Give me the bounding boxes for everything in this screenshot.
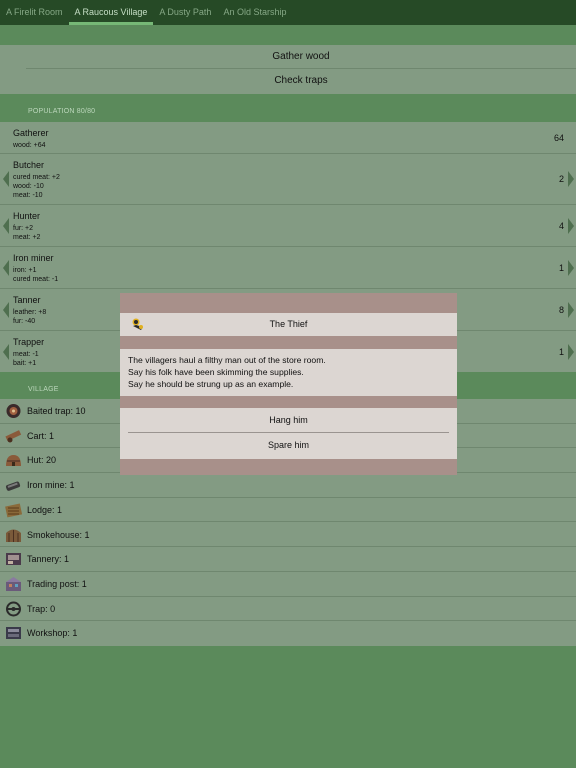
increase-arrow-icon[interactable]: [568, 301, 574, 318]
spare-him-button[interactable]: Spare him: [128, 433, 449, 458]
building-label: Hut: 20: [27, 455, 57, 466]
worker-row-iron-miner: Iron miner iron: +1 cured meat: -1 1: [0, 247, 576, 289]
increase-arrow-icon[interactable]: [568, 259, 574, 276]
building-row: Tannery: 1: [0, 547, 576, 572]
check-traps-button[interactable]: Check traps: [26, 69, 576, 93]
building-row: Iron mine: 1: [0, 473, 576, 498]
building-label: Lodge: 1: [27, 504, 63, 515]
worker-row-gatherer: Gatherer wood: +64 64: [0, 122, 576, 154]
building-row: Workshop: 1: [0, 621, 576, 646]
worker-count: 2: [558, 174, 564, 184]
trading-post-icon: [5, 576, 22, 592]
tab-raucous-village[interactable]: A Raucous Village: [68, 0, 154, 25]
worker-name: Iron miner: [13, 253, 54, 263]
worker-count: 8: [558, 304, 564, 315]
building-label: Trap: 0: [27, 603, 56, 614]
tannery-icon: [5, 551, 22, 567]
gather-wood-button[interactable]: Gather wood: [26, 45, 576, 69]
smokehouse-icon: [5, 527, 22, 543]
tab-dusty-path[interactable]: A Dusty Path: [153, 0, 217, 25]
building-label: Cart: 1: [27, 430, 55, 441]
decrease-arrow-icon[interactable]: [3, 217, 9, 234]
trap-icon: [5, 601, 22, 617]
worker-stats: wood: +64: [13, 142, 46, 149]
decrease-arrow-icon[interactable]: [3, 259, 9, 276]
worker-stats: fur: +2 meat: +2: [13, 225, 41, 241]
dialog-actions: Hang him Spare him: [120, 408, 457, 459]
worker-stats: leather: +8 fur: -40: [13, 309, 47, 325]
event-dialog: The Thief The villagers haul a filthy ma…: [120, 293, 457, 475]
worker-stats: iron: +1 cured meat: -1: [13, 267, 59, 283]
building-row: Trap: 0: [0, 597, 576, 622]
decrease-arrow-icon[interactable]: [3, 343, 9, 360]
tab-old-starship[interactable]: An Old Starship: [217, 0, 292, 25]
worker-name: Gatherer: [13, 128, 49, 138]
building-label: Smokehouse: 1: [27, 529, 90, 540]
dialog-header: The Thief: [120, 313, 457, 336]
building-row: Trading post: 1: [0, 572, 576, 597]
building-label: Baited trap: 10: [27, 406, 86, 416]
tab-bar: A Firelit Room A Raucous Village A Dusty…: [0, 0, 576, 25]
dialog-text-line: Say his folk have been skimming the supp…: [128, 367, 304, 377]
building-row: Smokehouse: 1: [0, 523, 576, 548]
baited-trap-icon: [5, 403, 22, 419]
building-label: Trading post: 1: [27, 578, 87, 589]
decrease-arrow-icon[interactable]: [3, 301, 9, 318]
hut-icon: [5, 452, 22, 468]
dialog-title: The Thief: [269, 319, 308, 329]
building-label: Tannery: 1: [27, 554, 70, 565]
tab-firelit-room[interactable]: A Firelit Room: [0, 0, 69, 25]
cart-icon: [5, 428, 22, 444]
worker-row-butcher: Butcher cured meat: +2 wood: -10 meat: -…: [0, 154, 576, 205]
worker-count: 1: [558, 346, 564, 357]
population-header: POPULATION 80/80: [28, 108, 96, 115]
workshop-icon: [5, 625, 22, 641]
increase-arrow-icon[interactable]: [568, 171, 574, 187]
building-row: Lodge: 1: [0, 498, 576, 523]
dialog-text-line: Say he should be strung up as an example…: [128, 379, 294, 389]
dialog-text-line: The villagers haul a filthy man out of t…: [128, 355, 326, 365]
worker-name: Tanner: [13, 295, 41, 305]
worker-stats: cured meat: +2 wood: -10 meat: -10: [13, 174, 60, 199]
hang-him-button[interactable]: Hang him: [128, 408, 449, 433]
building-label: Iron mine: 1: [27, 480, 75, 491]
dialog-body: The villagers haul a filthy man out of t…: [120, 349, 457, 396]
worker-count: 4: [558, 220, 564, 231]
increase-arrow-icon[interactable]: [568, 217, 574, 234]
worker-name: Hunter: [13, 211, 41, 221]
worker-stats: meat: -1 bait: +1: [13, 351, 39, 367]
worker-name: Butcher: [13, 160, 45, 170]
lodge-icon: [5, 502, 23, 518]
worker-count: 64: [553, 132, 564, 143]
action-panel: Gather wood Check traps: [0, 45, 576, 94]
decrease-arrow-icon[interactable]: [3, 171, 9, 187]
increase-arrow-icon[interactable]: [568, 343, 574, 360]
iron-mine-icon: [5, 477, 22, 493]
worker-row-hunter: Hunter fur: +2 meat: +2 4: [0, 205, 576, 247]
building-label: Workshop: 1: [27, 628, 78, 639]
worker-name: Trapper: [13, 337, 45, 347]
worker-count: 1: [558, 262, 564, 273]
